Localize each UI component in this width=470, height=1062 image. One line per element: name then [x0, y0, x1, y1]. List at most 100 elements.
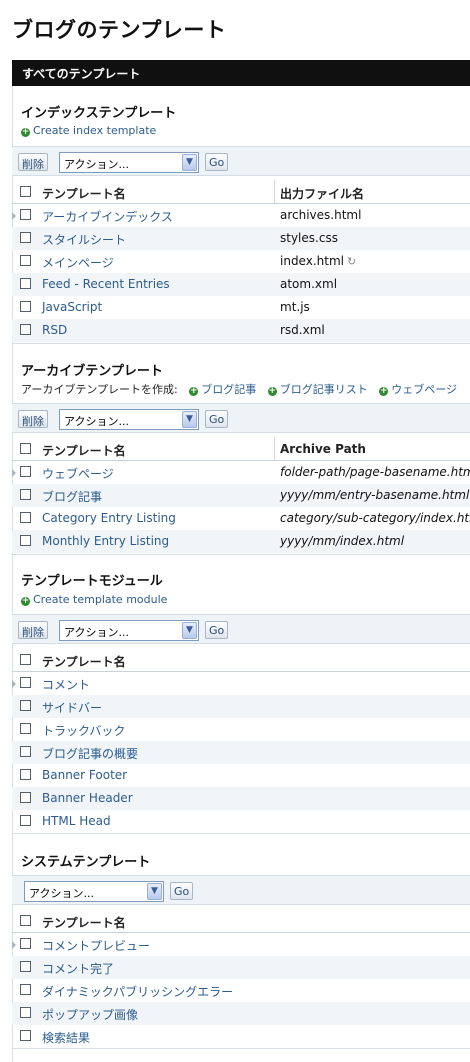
row-checkbox[interactable] — [20, 961, 31, 972]
table-row: コメントプレビュー — [12, 933, 470, 956]
create-index-template-link[interactable]: + Create index template — [21, 124, 156, 137]
go-button[interactable]: Go — [205, 153, 229, 171]
template-link[interactable]: コメントプレビュー — [42, 937, 150, 954]
template-link[interactable]: ブログ記事の概要 — [42, 745, 138, 762]
select-all-checkbox[interactable] — [20, 443, 31, 454]
row-checkbox[interactable] — [20, 489, 31, 500]
archive-templates-section: アーカイブテンプレート アーカイブテンプレートを作成: + ブログ記事 + ブログ記… — [12, 346, 470, 556]
rebuild-icon[interactable]: ↻ — [347, 255, 356, 268]
template-link[interactable]: RSD — [42, 323, 67, 337]
action-bar: 削除 アクション... ▼ Go — [12, 146, 470, 176]
select-all-checkbox[interactable] — [20, 654, 31, 665]
chevron-down-icon[interactable]: ▼ — [182, 622, 197, 639]
table-row: 検索結果 — [12, 1025, 470, 1048]
template-link[interactable]: トラックバック — [42, 722, 125, 739]
column-divider — [274, 437, 275, 460]
template-link[interactable]: Banner Footer — [42, 768, 127, 782]
row-checkbox[interactable] — [20, 723, 31, 734]
delete-button[interactable]: 削除 — [18, 621, 48, 639]
template-link[interactable]: 検索結果 — [42, 1029, 90, 1046]
row-checkbox[interactable] — [20, 255, 31, 266]
table-row: ダイナミックパブリッシングエラー — [12, 979, 470, 1002]
column-header-name: テンプレート名 — [42, 187, 126, 201]
row-checkbox[interactable] — [20, 769, 31, 780]
row-checkbox[interactable] — [20, 938, 31, 949]
action-bar: 削除 アクション... ▼ Go — [12, 403, 470, 433]
row-checkbox[interactable] — [20, 278, 31, 289]
all-templates-header: すべてのテンプレート — [12, 60, 470, 86]
template-link[interactable]: ポップアップ画像 — [42, 1006, 138, 1023]
row-checkbox[interactable] — [20, 466, 31, 477]
output-file: styles.css — [280, 231, 338, 245]
table-row: コメント — [12, 672, 470, 695]
action-select[interactable]: アクション... ▼ — [59, 152, 199, 173]
template-link[interactable]: サイドバー — [42, 699, 102, 716]
select-all-checkbox[interactable] — [20, 186, 31, 197]
row-checkbox[interactable] — [20, 1007, 31, 1018]
action-select[interactable]: アクション... ▼ — [24, 881, 164, 902]
row-checkbox[interactable] — [20, 512, 31, 523]
table-row: メインページ index.html ↻ — [12, 250, 470, 273]
template-link[interactable]: ウェブページ — [42, 465, 114, 482]
template-link[interactable]: コメント完了 — [42, 960, 114, 977]
row-marker-icon — [12, 680, 16, 688]
table-row: HTML Head — [12, 810, 470, 833]
action-select-value: アクション... — [64, 626, 129, 639]
row-checkbox[interactable] — [20, 792, 31, 803]
table-row: アーカイブインデックス archives.html — [12, 204, 470, 227]
create-page-archive-link[interactable]: + ウェブページ — [379, 383, 457, 396]
row-checkbox[interactable] — [20, 324, 31, 335]
table-header: テンプレート名 出力ファイル名 — [12, 180, 470, 204]
output-file-name: index.html — [280, 254, 344, 268]
template-link[interactable]: Banner Header — [42, 791, 133, 805]
action-bar: 削除 アクション... ▼ Go — [12, 614, 470, 644]
table-row: トラックバック — [12, 718, 470, 741]
link-label: ブログ記事 — [201, 383, 257, 396]
row-checkbox[interactable] — [20, 301, 31, 312]
go-button[interactable]: Go — [205, 410, 229, 428]
template-link[interactable]: JavaScript — [42, 300, 102, 314]
row-checkbox[interactable] — [20, 1030, 31, 1041]
create-template-module-link[interactable]: + Create template module — [21, 593, 167, 606]
template-link[interactable]: コメント — [42, 676, 90, 693]
go-button[interactable]: Go — [170, 882, 194, 900]
action-select[interactable]: アクション... ▼ — [59, 409, 199, 430]
delete-button[interactable]: 削除 — [18, 153, 48, 171]
action-select-value: アクション... — [29, 887, 94, 900]
system-templates-section: システムテンプレート アクション... ▼ Go テンプレート名 コメントプレビュ… — [12, 836, 470, 1062]
select-all-checkbox[interactable] — [20, 915, 31, 926]
table-row: Monthly Entry Listing yyyy/mm/index.html — [12, 530, 470, 553]
template-link[interactable]: ブログ記事 — [42, 488, 102, 505]
table-header: テンプレート名 — [12, 648, 470, 672]
chevron-down-icon[interactable]: ▼ — [182, 154, 197, 171]
delete-button[interactable]: 削除 — [18, 410, 48, 428]
action-select[interactable]: アクション... ▼ — [59, 620, 199, 641]
chevron-down-icon[interactable]: ▼ — [147, 883, 162, 900]
template-link[interactable]: ダイナミックパブリッシングエラー — [42, 983, 233, 1000]
output-file: atom.xml — [280, 277, 338, 291]
row-marker-icon — [12, 212, 16, 220]
template-link[interactable]: Feed - Recent Entries — [42, 277, 170, 291]
create-entry-archive-link[interactable]: + ブログ記事 — [189, 383, 256, 396]
row-checkbox[interactable] — [20, 209, 31, 220]
template-link[interactable]: Monthly Entry Listing — [42, 534, 169, 548]
template-link[interactable]: HTML Head — [42, 814, 111, 828]
divider — [12, 343, 470, 344]
row-checkbox[interactable] — [20, 746, 31, 757]
section-title: アーカイブテンプレート — [21, 364, 163, 379]
row-checkbox[interactable] — [20, 984, 31, 995]
row-checkbox[interactable] — [20, 815, 31, 826]
create-entry-listing-link[interactable]: + ブログ記事リスト — [267, 383, 368, 396]
row-checkbox[interactable] — [20, 535, 31, 546]
table-row: Banner Header — [12, 787, 470, 810]
row-checkbox[interactable] — [20, 677, 31, 688]
template-link[interactable]: スタイルシート — [42, 231, 126, 248]
go-button[interactable]: Go — [205, 621, 229, 639]
table-row: ウェブページ folder-path/page-basename.html — [12, 461, 470, 484]
chevron-down-icon[interactable]: ▼ — [182, 411, 197, 428]
row-checkbox[interactable] — [20, 232, 31, 243]
template-link[interactable]: メインページ — [42, 254, 114, 271]
template-link[interactable]: アーカイブインデックス — [42, 208, 173, 225]
template-link[interactable]: Category Entry Listing — [42, 511, 176, 525]
row-checkbox[interactable] — [20, 700, 31, 711]
